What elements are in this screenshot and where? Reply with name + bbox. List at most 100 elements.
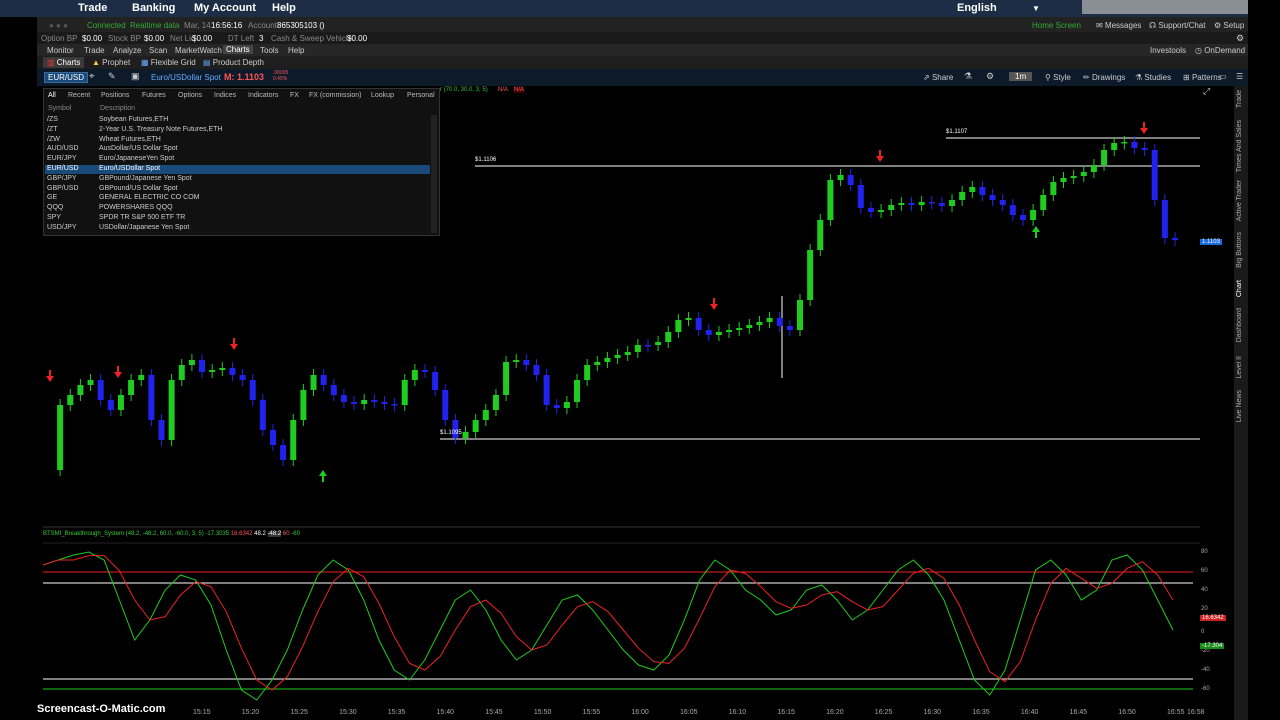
time-axis-label: 15:55: [582, 709, 601, 716]
candle-body: [280, 445, 287, 460]
tab-recent[interactable]: Recent: [68, 92, 90, 99]
candle-body: [492, 395, 499, 410]
candle-body: [1161, 200, 1168, 238]
candle-body: [269, 430, 276, 445]
side-tab-trade[interactable]: Trade: [1236, 90, 1243, 108]
oscillator-green-tag: -17.304: [1200, 643, 1225, 649]
description-cell: Soybean Futures,ETH: [99, 116, 169, 123]
tab-personal[interactable]: Personal: [407, 92, 435, 99]
candle-body: [878, 210, 885, 212]
buy-signal-arrow: [1032, 226, 1040, 232]
candle-body: [503, 362, 510, 395]
symbol-list-row[interactable]: EUR/USD Euro/USDollar Spot: [45, 165, 430, 174]
y-axis-label: 80: [1201, 549, 1208, 555]
y-axis-label: 60: [1201, 568, 1208, 574]
time-axis-label: 16:30: [923, 709, 942, 716]
symbol-list-row[interactable]: QQQ POWERSHARES QQQ: [45, 204, 430, 213]
description-cell: Euro/JapaneseYen Spot: [99, 155, 175, 163]
candle-body: [1121, 142, 1128, 144]
symbol-list-row[interactable]: /ZS Soybean Futures,ETH: [45, 116, 430, 125]
oscillator-name: BTSMI_Breakthrough_System (48.2, -48.2, …: [43, 531, 204, 537]
side-tab-dashboard[interactable]: Dashboard: [1236, 308, 1243, 342]
sell-signal-arrow: [230, 344, 238, 350]
symbol-cell: GBP/USD: [47, 184, 79, 192]
candle-body: [300, 390, 307, 420]
symbol-list-row[interactable]: GBP/JPY GBPound/Japanese Yen Spot: [45, 175, 430, 184]
y-axis-label: -40: [1201, 667, 1210, 673]
description-cell: USDollar/Japanese Yen Spot: [99, 223, 190, 231]
candle-body: [432, 372, 439, 390]
symbol-list-row[interactable]: GBP/USD GBPound/US Dollar Spot: [45, 185, 430, 194]
side-tab-live-news[interactable]: Live News: [1236, 390, 1243, 422]
candle-body: [87, 380, 94, 385]
symbol-list-row[interactable]: /ZW Wheat Futures,ETH: [45, 136, 430, 145]
candle-body: [128, 380, 135, 395]
candle-body: [726, 330, 733, 332]
symbol-list-row[interactable]: GE GENERAL ELECTRIC CO COM: [45, 194, 430, 203]
candle-body: [482, 410, 489, 420]
tab-options[interactable]: Options: [178, 92, 202, 99]
candle-body: [786, 326, 793, 330]
expand-icon[interactable]: ⤢: [1203, 86, 1210, 97]
symbol-list-row[interactable]: USD/JPY USDollar/Japanese Yen Spot: [45, 224, 430, 233]
time-axis-label: 15:30: [339, 709, 357, 716]
candle-body: [1111, 143, 1118, 150]
candle-body: [979, 187, 986, 195]
sell-signal-arrow: [876, 156, 884, 162]
tab-futures[interactable]: Futures: [142, 92, 166, 99]
tab-fx[interactable]: FX: [290, 92, 299, 99]
side-tab-level-ii[interactable]: Level II: [1236, 356, 1243, 379]
time-axis-label: 16:00: [631, 709, 649, 716]
tab-indicators[interactable]: Indicators: [248, 92, 278, 99]
buy-signal-arrow: [319, 470, 327, 476]
side-tab-chart[interactable]: Chart: [1236, 280, 1243, 297]
candle-body: [695, 318, 702, 330]
column-header-description[interactable]: Description: [100, 105, 135, 112]
candle-body: [188, 360, 195, 365]
side-tab-big-buttons[interactable]: Big Buttons: [1236, 232, 1243, 268]
candle-body: [219, 368, 226, 370]
symbol-cell: /ZT: [47, 125, 58, 133]
candle-body: [411, 370, 418, 380]
time-axis-label: 16:20: [826, 709, 844, 716]
symbol-list-row[interactable]: AUD/USD AusDollar/US Dollar Spot: [45, 145, 430, 154]
tab-all[interactable]: All: [48, 92, 56, 99]
time-axis-label: 16:15: [777, 709, 795, 716]
candle-body: [168, 380, 175, 440]
candle-body: [340, 395, 347, 402]
candle-body: [604, 358, 611, 362]
oscillator-value: 60: [282, 531, 290, 537]
candle-body: [229, 368, 236, 375]
candle-body: [655, 342, 662, 345]
description-cell: Wheat Futures,ETH: [99, 135, 161, 143]
symbol-list-row[interactable]: SPY SPDR TR S&P 500 ETF TR: [45, 214, 430, 223]
tab-lookup[interactable]: Lookup: [371, 92, 394, 99]
time-axis-label: 16:55: [1167, 709, 1185, 716]
candle-body: [675, 320, 682, 332]
candle-body: [736, 328, 743, 330]
candle-body: [938, 203, 945, 206]
symbol-list-row[interactable]: EUR/JPY Euro/JapaneseYen Spot: [45, 155, 430, 164]
candle-body: [908, 203, 915, 205]
candle-body: [533, 365, 540, 375]
symbol-list-row[interactable]: /ZT 2-Year U.S. Treasury Note Futures,ETH: [45, 126, 430, 135]
candle-body: [1151, 150, 1158, 200]
candle-body: [523, 360, 530, 365]
side-tab-active-trader[interactable]: Active Trader: [1236, 180, 1243, 221]
candle-body: [837, 175, 844, 180]
description-cell: AusDollar/US Dollar Spot: [99, 145, 178, 153]
column-header-symbol[interactable]: Symbol: [48, 105, 71, 112]
scrollbar[interactable]: [431, 115, 437, 233]
oscillator-header: BTSMI_Breakthrough_System (48.2, -48.2, …: [43, 531, 300, 540]
tab-indices[interactable]: Indices: [214, 92, 236, 99]
tab-fx-commission[interactable]: FX (commission): [309, 92, 362, 99]
candle-body: [644, 345, 651, 347]
candle-body: [797, 300, 803, 330]
oscillator-slow-line: [42, 555, 1174, 691]
side-tab-times-and-sales[interactable]: Times And Sales: [1236, 120, 1243, 172]
tab-positions[interactable]: Positions: [101, 92, 129, 99]
candle-body: [330, 385, 337, 395]
description-cell: GBPound/Japanese Yen Spot: [99, 174, 192, 182]
description-cell: GBPound/US Dollar Spot: [99, 184, 178, 192]
candle-body: [624, 352, 631, 355]
